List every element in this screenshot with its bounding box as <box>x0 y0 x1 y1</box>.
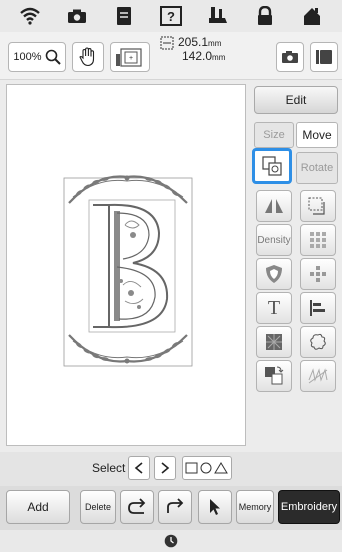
svg-text:?: ? <box>167 9 175 24</box>
width-value: 205.1 <box>178 35 209 49</box>
shapes-icon <box>185 462 228 474</box>
svg-text:+: + <box>129 55 133 62</box>
grid-button[interactable] <box>300 258 336 290</box>
undo-button[interactable] <box>120 490 154 524</box>
design-size-info: 205.1mm 142.0mm <box>160 36 250 76</box>
tab-move[interactable]: Move <box>296 122 338 148</box>
group-select-button[interactable] <box>252 148 292 184</box>
select-prev-button[interactable] <box>128 456 150 480</box>
tab-rotate-label: Rotate <box>300 162 334 174</box>
wifi-icon[interactable] <box>19 5 41 27</box>
embroidery-button[interactable]: Embroidery <box>278 490 340 524</box>
footer-bar <box>0 530 342 552</box>
pan-button[interactable] <box>72 42 104 72</box>
magnifier-icon <box>45 49 61 65</box>
zoom-button[interactable]: 100% <box>8 42 66 72</box>
density-label: Density <box>257 234 291 246</box>
order-button[interactable] <box>256 360 292 392</box>
align-button[interactable] <box>300 292 336 324</box>
stipple-button[interactable] <box>256 326 292 358</box>
array-button[interactable] <box>300 224 336 256</box>
align-icon <box>310 300 325 316</box>
edit-button[interactable]: Edit <box>254 86 338 114</box>
memory-label: Memory <box>238 502 272 512</box>
hand-icon <box>79 47 95 67</box>
border-button[interactable] <box>300 190 336 222</box>
memory-button[interactable]: Memory <box>236 490 274 524</box>
monogram-design[interactable] <box>7 85 247 447</box>
zoom-label: 100% <box>13 51 42 63</box>
flower-outline-icon <box>310 333 326 350</box>
stipple-icon <box>266 334 282 350</box>
outline-button[interactable] <box>300 326 336 358</box>
screen-icon <box>316 50 332 64</box>
embroidery-label: Embroidery <box>280 501 338 513</box>
stitch-button[interactable] <box>300 360 336 392</box>
undo-icon <box>128 498 146 514</box>
mirror-icon <box>265 199 283 213</box>
tab-size-label: Size <box>263 129 285 141</box>
tab-move-label: Move <box>302 128 332 142</box>
tab-size[interactable]: Size <box>254 122 294 148</box>
group-icon <box>262 156 282 176</box>
redo-icon <box>167 498 184 513</box>
chevron-left-icon <box>134 462 143 474</box>
camera-icon <box>282 51 298 63</box>
document-icon[interactable] <box>113 5 135 27</box>
screen-view-button[interactable] <box>310 42 338 72</box>
home-icon[interactable] <box>301 5 323 27</box>
height-unit: mm <box>212 53 226 62</box>
chevron-right-icon <box>161 462 170 474</box>
shield-icon <box>266 265 282 283</box>
cursor-icon <box>210 499 220 515</box>
density-button[interactable]: Density <box>256 224 292 256</box>
presser-foot-icon[interactable] <box>207 5 229 27</box>
camera-icon[interactable] <box>66 5 88 27</box>
width-unit: mm <box>208 39 222 48</box>
hoop-icon: + <box>116 48 142 67</box>
layers-icon <box>265 366 284 385</box>
status-bar: ? <box>0 0 342 32</box>
array-icon <box>310 232 326 248</box>
lock-icon[interactable] <box>254 5 276 27</box>
edit-label: Edit <box>285 93 307 107</box>
embroidery-canvas[interactable] <box>6 84 246 446</box>
grid-icon <box>310 266 326 282</box>
select-shape-button[interactable] <box>182 456 232 480</box>
add-button[interactable]: Add <box>6 490 70 524</box>
stitch-icon <box>308 368 328 384</box>
camera-view-button[interactable] <box>276 42 304 72</box>
add-label: Add <box>27 500 49 514</box>
pointer-button[interactable] <box>198 490 232 524</box>
border-icon <box>308 197 325 215</box>
select-next-button[interactable] <box>154 456 176 480</box>
text-icon: T <box>267 296 281 319</box>
delete-button[interactable]: Delete <box>80 490 116 524</box>
tab-rotate[interactable]: Rotate <box>296 152 338 184</box>
text-edit-button[interactable]: T <box>256 292 292 324</box>
mirror-button[interactable] <box>256 190 292 222</box>
height-value: 142.0 <box>182 49 213 63</box>
select-label: Select <box>92 461 126 475</box>
appliqué-button[interactable] <box>256 258 292 290</box>
help-icon[interactable]: ? <box>159 5 182 27</box>
hoop-display-button[interactable]: + <box>110 42 150 72</box>
clock-icon[interactable] <box>164 534 178 548</box>
delete-label: Delete <box>84 502 111 512</box>
redo-button[interactable] <box>158 490 192 524</box>
size-icon <box>160 36 174 50</box>
